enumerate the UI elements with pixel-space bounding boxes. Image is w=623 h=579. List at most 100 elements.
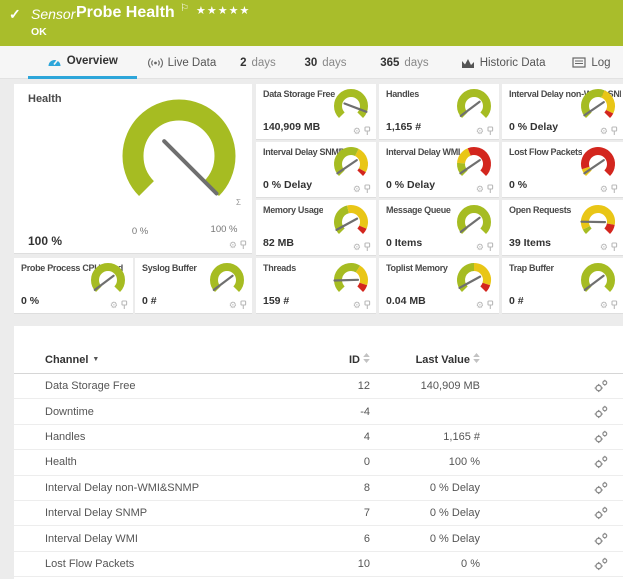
channel-settings-icon[interactable]: [593, 455, 609, 469]
gauge-arc-green: [338, 267, 358, 289]
pin-icon[interactable]: [486, 242, 494, 252]
gauge-arc-yellow: [358, 269, 364, 284]
pin-icon[interactable]: [363, 300, 371, 310]
sort-caret-down-icon: ▼: [92, 356, 99, 363]
gauge-card-trap-buffer: Trap Buffer0 #⚙: [502, 258, 623, 314]
status-badge: OK: [31, 26, 47, 38]
column-header-last-value[interactable]: Last Value: [370, 353, 480, 366]
gauge-card-memory-usage: Memory Usage82 MB⚙: [256, 200, 376, 256]
channel-settings-icon[interactable]: [593, 379, 609, 393]
gauge-arc-green: [133, 110, 225, 189]
gear-icon[interactable]: ⚙: [476, 243, 484, 252]
pin-icon[interactable]: [486, 184, 494, 194]
channel-settings-icon[interactable]: [593, 405, 609, 419]
tab-overview[interactable]: Overview: [28, 46, 137, 79]
gauge: [329, 87, 373, 127]
gauge-arc-red: [607, 112, 609, 115]
gauge-card-data-storage-free: Data Storage Free140,909 MB⚙: [256, 84, 376, 140]
id-cell: -4: [315, 406, 370, 418]
gauge-arc-red: [360, 170, 362, 173]
channel-settings-icon[interactable]: [593, 532, 609, 546]
last-value-cell: 100 %: [370, 456, 480, 468]
id-cell: 0: [315, 456, 370, 468]
gear-icon[interactable]: ⚙: [476, 127, 484, 136]
pin-icon[interactable]: [363, 184, 371, 194]
channel-cell: Interval Delay SNMP: [45, 507, 315, 519]
gauge-value: 0 % Delay: [386, 179, 435, 191]
flag-icon: ⚐: [180, 3, 189, 14]
sensor-kind-label: Sensor: [31, 6, 75, 22]
gear-icon[interactable]: ⚙: [600, 127, 608, 136]
gauge: [576, 87, 620, 127]
gauge: [329, 145, 373, 185]
pin-icon[interactable]: [610, 126, 618, 136]
live-data-icon: [148, 57, 163, 69]
tab-bar: OverviewLive Data2days30days365daysHisto…: [0, 46, 623, 79]
tab-log[interactable]: Log: [560, 46, 623, 79]
tab-30-days[interactable]: 30days: [289, 46, 363, 79]
pin-icon[interactable]: [486, 126, 494, 136]
gauge-value: 140,909 MB: [263, 121, 320, 133]
pin-icon[interactable]: [610, 184, 618, 194]
id-cell: 12: [315, 380, 370, 392]
gauge-arc-yellow: [474, 267, 487, 284]
gear-icon[interactable]: ⚙: [353, 301, 361, 310]
health-gauge-card: Health 0 % 100 % Σ 100 % ⚙: [14, 84, 252, 254]
gauge-title: Handles: [386, 89, 419, 99]
gear-icon[interactable]: ⚙: [353, 127, 361, 136]
table-row: Interval Delay non-WMI&SNMP80 % Delay: [14, 476, 623, 501]
tab-live-data[interactable]: Live Data: [137, 46, 228, 79]
gear-icon[interactable]: ⚙: [600, 243, 608, 252]
gauge-value: 159 #: [263, 295, 289, 307]
gauge-card-interval-delay-snmp: Interval Delay SNMP0 % Delay⚙: [256, 142, 376, 198]
gauge-value: 1,165 #: [386, 121, 421, 133]
pin-icon[interactable]: [363, 126, 371, 136]
table-row: Handles41,165 #: [14, 425, 623, 450]
pin-icon[interactable]: [239, 240, 247, 250]
channel-settings-icon[interactable]: [593, 430, 609, 444]
gear-icon[interactable]: ⚙: [476, 185, 484, 194]
channel-settings-icon[interactable]: [593, 506, 609, 520]
health-gauge: [104, 92, 254, 215]
last-value-cell: 0 % Delay: [370, 482, 480, 494]
channel-settings-icon[interactable]: [593, 481, 609, 495]
table-row: Health0100 %: [14, 450, 623, 475]
pin-icon[interactable]: [239, 300, 247, 310]
gear-icon[interactable]: ⚙: [110, 301, 118, 310]
gauge-title: Interval Delay WMI: [386, 147, 460, 157]
gear-icon[interactable]: ⚙: [229, 241, 237, 250]
pin-icon[interactable]: [120, 300, 128, 310]
gear-icon[interactable]: ⚙: [600, 301, 608, 310]
gauge-value: 39 Items: [509, 237, 551, 249]
gear-icon[interactable]: ⚙: [229, 301, 237, 310]
pin-icon[interactable]: [363, 242, 371, 252]
channel-settings-icon[interactable]: [593, 557, 609, 571]
gear-icon[interactable]: ⚙: [476, 301, 484, 310]
gauge-arc-yellow: [461, 152, 469, 163]
sort-arrows-icon: [363, 353, 370, 366]
priority-stars[interactable]: ★★★★★: [196, 4, 250, 17]
column-header-id[interactable]: ID: [315, 353, 370, 366]
gear-icon[interactable]: ⚙: [353, 243, 361, 252]
pin-icon[interactable]: [610, 300, 618, 310]
gauge-card-threads: Threads159 #⚙: [256, 258, 376, 314]
column-header-channel[interactable]: Channel ▼: [45, 354, 315, 366]
id-cell: 7: [315, 507, 370, 519]
pin-icon[interactable]: [486, 300, 494, 310]
tab-2-days[interactable]: 2days: [227, 46, 288, 79]
gauge-needle: [164, 141, 216, 193]
table-row: Data Storage Free12140,909 MB: [14, 374, 623, 399]
pin-icon[interactable]: [610, 242, 618, 252]
gear-icon[interactable]: ⚙: [353, 185, 361, 194]
tab-historic-data[interactable]: Historic Data: [446, 46, 559, 79]
table-row: Interval Delay SNMP70 % Delay: [14, 501, 623, 526]
gauge-title: Lost Flow Packets: [509, 147, 582, 157]
gauge-card-lost-flow-packets: Lost Flow Packets0 %⚙: [502, 142, 623, 198]
id-cell: 4: [315, 431, 370, 443]
gear-icon[interactable]: ⚙: [600, 185, 608, 194]
status-check-icon: ✓: [9, 6, 21, 23]
last-value-cell: 1,165 #: [370, 431, 480, 443]
gauge: [452, 145, 496, 185]
tab-365-days[interactable]: 365days: [363, 46, 447, 79]
gauge: [576, 261, 620, 301]
